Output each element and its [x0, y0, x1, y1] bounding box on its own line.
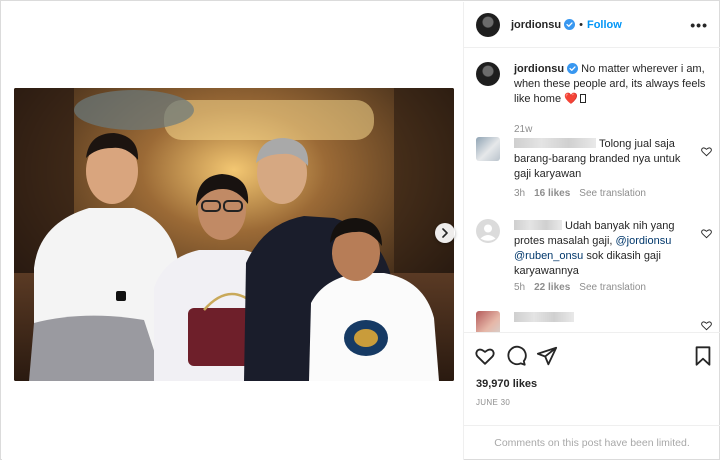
likes-count[interactable]: 39,970 likes — [476, 378, 537, 390]
verified-icon — [567, 63, 579, 74]
verified-icon — [564, 19, 576, 30]
comment-likes[interactable]: 16 likes — [534, 188, 570, 199]
more-options-icon[interactable]: ••• — [690, 17, 708, 33]
like-icon[interactable] — [474, 345, 496, 367]
comment-text — [514, 311, 698, 326]
follow-button[interactable]: Follow — [587, 19, 622, 31]
caption-username[interactable]: jordionsu — [514, 63, 564, 75]
separator-dot: • — [579, 18, 583, 31]
caption-avatar[interactable] — [476, 62, 500, 86]
post-sidebar: jordionsu • Follow ••• jordionsu No matt… — [464, 2, 720, 460]
default-avatar-icon — [476, 219, 500, 243]
commenter-username-redacted[interactable] — [514, 138, 596, 148]
family-photo-illustration — [14, 88, 454, 381]
commenter-username-redacted[interactable] — [514, 312, 574, 322]
comment-time[interactable]: 5h — [514, 282, 525, 293]
heart-emoji: ❤️ — [564, 93, 578, 105]
save-icon[interactable] — [692, 345, 714, 367]
comments-limited-notice: Comments on this post have been limited. — [464, 425, 720, 461]
unknown-emoji-glyph — [579, 94, 586, 103]
heart-outline-icon[interactable] — [701, 228, 712, 239]
comment-meta: 5h 22 likes See translation — [514, 282, 655, 293]
action-bar — [474, 345, 712, 369]
comments-list[interactable]: jordionsu No matter wherever i am, when … — [464, 49, 720, 332]
next-media-button[interactable] — [435, 223, 455, 243]
post-photo[interactable] — [14, 88, 454, 381]
mention-link[interactable]: @jordionsu — [616, 235, 672, 247]
commenter-username-redacted[interactable] — [514, 220, 562, 230]
author-avatar[interactable] — [476, 12, 500, 37]
caption-text: jordionsu No matter wherever i am, when … — [514, 62, 714, 107]
post-actions: 39,970 likes JUNE 30 Comments on this po… — [464, 332, 720, 460]
mention-link[interactable]: @ruben_onsu — [514, 250, 583, 262]
comment-text: Udah banyak nih yang protes masalah gaji… — [514, 219, 698, 279]
next-arrow-icon — [442, 228, 448, 238]
heart-outline-icon[interactable] — [701, 320, 712, 331]
commenter-avatar[interactable] — [476, 219, 500, 243]
post-header: jordionsu • Follow ••• — [464, 2, 720, 48]
caption-timestamp[interactable]: 21w — [514, 124, 532, 135]
post-dialog: jordionsu • Follow ••• jordionsu No matt… — [0, 0, 720, 460]
post-date[interactable]: JUNE 30 — [476, 398, 510, 407]
comment-likes[interactable]: 22 likes — [534, 282, 570, 293]
commenter-avatar[interactable] — [476, 137, 500, 161]
see-translation-link[interactable]: See translation — [579, 282, 646, 293]
comment-text: Tolong jual saja barang-barang branded n… — [514, 137, 698, 182]
share-icon[interactable] — [536, 345, 558, 367]
comment-icon[interactable] — [505, 345, 527, 367]
comment-time[interactable]: 3h — [514, 188, 525, 199]
commenter-avatar[interactable] — [476, 311, 500, 332]
heart-outline-icon[interactable] — [701, 146, 712, 157]
see-translation-link[interactable]: See translation — [579, 188, 646, 199]
media-panel — [2, 2, 464, 460]
comment-meta: 3h 16 likes See translation — [514, 188, 655, 199]
author-username[interactable]: jordionsu — [511, 19, 561, 31]
